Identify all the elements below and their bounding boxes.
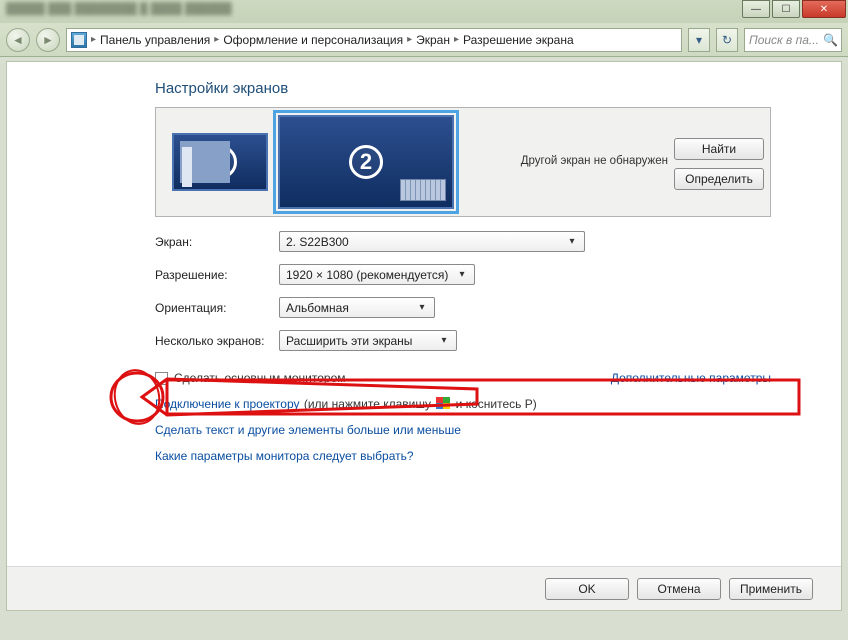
address-toolbar: ◄ ► ▸ Панель управления ▸ Оформление и п… [0, 23, 848, 57]
search-placeholder: Поиск в па... [749, 33, 819, 47]
no-other-display-text: Другой экран не обнаружен [519, 147, 670, 177]
crumb-sep: ▸ [454, 34, 459, 45]
projector-hint-b: и коснитесь P) [452, 397, 536, 411]
display-preview: 1 2 Другой экран не обнаружен Найти Опре… [155, 107, 771, 217]
detect-button[interactable]: Определить [674, 168, 764, 190]
multiple-displays-select[interactable]: Расширить эти экраны ▾ [279, 330, 457, 351]
history-dropdown-button[interactable]: ▾ [688, 28, 710, 52]
orientation-value: Альбомная [286, 301, 349, 315]
search-input[interactable]: Поиск в па... 🔍 [744, 28, 842, 52]
crumb-sep: ▸ [214, 34, 219, 45]
refresh-button[interactable]: ↻ [716, 28, 738, 52]
search-icon: 🔍 [823, 33, 837, 47]
monitor-1-desktop-art [180, 141, 230, 183]
page-title: Настройки экранов [155, 80, 771, 97]
monitor-2-keyboard-art [400, 179, 446, 201]
close-button[interactable]: ✕ [802, 0, 846, 18]
text-size-link[interactable]: Сделать текст и другие элементы больше и… [155, 423, 461, 437]
back-button[interactable]: ◄ [6, 28, 30, 52]
make-primary-label: Сделать основным монитором [174, 371, 346, 385]
orientation-select[interactable]: Альбомная ▾ [279, 297, 435, 318]
advanced-settings-link[interactable]: Дополнительные параметры [611, 371, 771, 385]
screen-value: 2. S22B300 [286, 235, 349, 249]
chevron-down-icon: ▾ [436, 332, 452, 349]
chevron-down-icon: ▾ [564, 233, 580, 250]
multiple-displays-label: Несколько экранов: [155, 334, 279, 348]
crumb-control-panel[interactable]: Панель управления [100, 33, 210, 47]
resolution-label: Разрешение: [155, 268, 279, 282]
forward-button[interactable]: ► [36, 28, 60, 52]
monitor-2[interactable]: 2 [278, 115, 454, 209]
control-panel-icon [71, 32, 87, 48]
crumb-sep: ▸ [407, 34, 412, 45]
windows-key-icon [436, 397, 450, 409]
chevron-down-icon: ▾ [414, 299, 430, 316]
crumb-appearance[interactable]: Оформление и персонализация [223, 33, 403, 47]
find-button[interactable]: Найти [674, 138, 764, 160]
projector-hint-a: (или нажмите клавишу [301, 397, 435, 411]
ok-button[interactable]: OK [545, 578, 629, 600]
dialog-footer: OK Отмена Применить [7, 566, 841, 610]
apply-button[interactable]: Применить [729, 578, 813, 600]
make-primary-checkbox[interactable] [155, 372, 168, 385]
blurred-behind-text: █████ ███ ████████ █ ████ ██████ [6, 3, 232, 15]
content-panel: Настройки экранов 1 2 Другой экран не об… [6, 61, 842, 611]
screen-select[interactable]: 2. S22B300 ▾ [279, 231, 585, 252]
connect-projector-link[interactable]: Подключение к проектору [155, 397, 300, 411]
which-params-link[interactable]: Какие параметры монитора следует выбрать… [155, 449, 414, 463]
chevron-down-icon: ▾ [454, 266, 470, 283]
cancel-button[interactable]: Отмена [637, 578, 721, 600]
multiple-displays-value: Расширить эти экраны [286, 334, 412, 348]
minimize-button[interactable]: — [742, 0, 770, 18]
orientation-label: Ориентация: [155, 301, 279, 315]
screen-label: Экран: [155, 235, 279, 249]
address-bar[interactable]: ▸ Панель управления ▸ Оформление и персо… [66, 28, 682, 52]
maximize-button[interactable]: ☐ [772, 0, 800, 18]
projector-row: Подключение к проектору (или нажмите кла… [155, 397, 771, 411]
crumb-sep: ▸ [91, 34, 96, 45]
monitors-area[interactable]: 1 2 [162, 115, 515, 209]
crumb-display[interactable]: Экран [416, 33, 450, 47]
monitor-2-number: 2 [349, 145, 383, 179]
resolution-select[interactable]: 1920 × 1080 (рекомендуется) ▾ [279, 264, 475, 285]
monitor-1[interactable]: 1 [172, 133, 268, 191]
resolution-value: 1920 × 1080 (рекомендуется) [286, 268, 448, 282]
crumb-resolution[interactable]: Разрешение экрана [463, 33, 574, 47]
